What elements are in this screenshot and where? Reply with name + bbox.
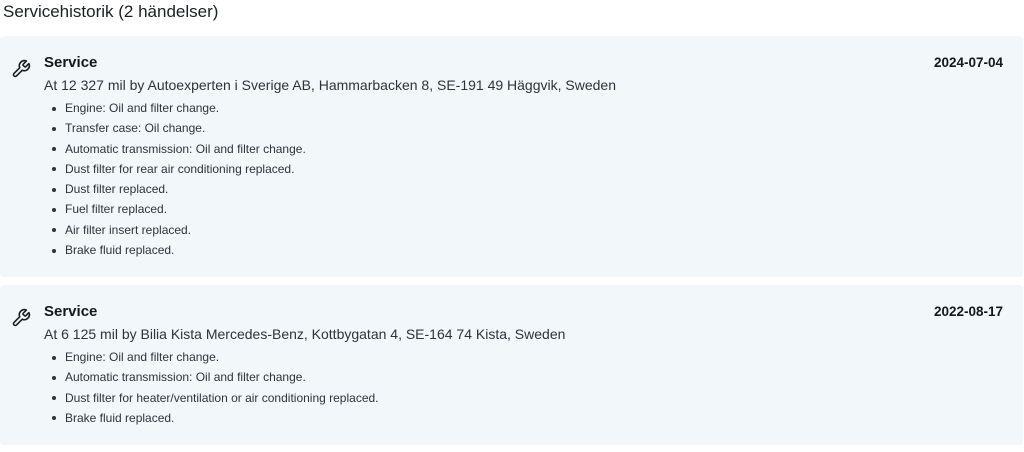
wrench-icon [11, 308, 31, 328]
service-item: Transfer case: Oil change. [44, 118, 306, 138]
event-title: Service [44, 303, 98, 320]
service-event-card: Service 2024-07-04 At 12 327 mil by Auto… [0, 36, 1023, 277]
service-item: Fuel filter replaced. [44, 199, 306, 219]
event-title: Service [44, 54, 98, 71]
service-event-card: Service 2022-08-17 At 6 125 mil by Bilia… [0, 285, 1023, 445]
event-date: 2022-08-17 [933, 304, 1003, 319]
service-history-page: Servicehistorik (2 händelser) Service 20… [0, 0, 1024, 452]
service-item: Automatic transmission: Oil and filter c… [44, 139, 306, 159]
service-items-list: Engine: Oil and filter change. Automatic… [44, 347, 379, 428]
service-item: Engine: Oil and filter change. [44, 98, 306, 118]
event-description: At 12 327 mil by Autoexperten i Sverige … [44, 77, 616, 93]
section-heading: Servicehistorik (2 händelser) [3, 2, 219, 21]
service-item: Dust filter for rear air conditioning re… [44, 159, 306, 179]
service-item: Engine: Oil and filter change. [44, 347, 379, 367]
service-item: Dust filter replaced. [44, 179, 306, 199]
service-item: Air filter insert replaced. [44, 220, 306, 240]
service-items-list: Engine: Oil and filter change. Transfer … [44, 98, 306, 260]
service-item: Automatic transmission: Oil and filter c… [44, 367, 379, 387]
service-item: Brake fluid replaced. [44, 408, 379, 428]
event-date: 2024-07-04 [933, 55, 1003, 70]
event-description: At 6 125 mil by Bilia Kista Mercedes-Ben… [44, 326, 566, 342]
wrench-icon [11, 59, 31, 79]
service-item: Brake fluid replaced. [44, 240, 306, 260]
service-item: Dust filter for heater/ventilation or ai… [44, 388, 379, 408]
